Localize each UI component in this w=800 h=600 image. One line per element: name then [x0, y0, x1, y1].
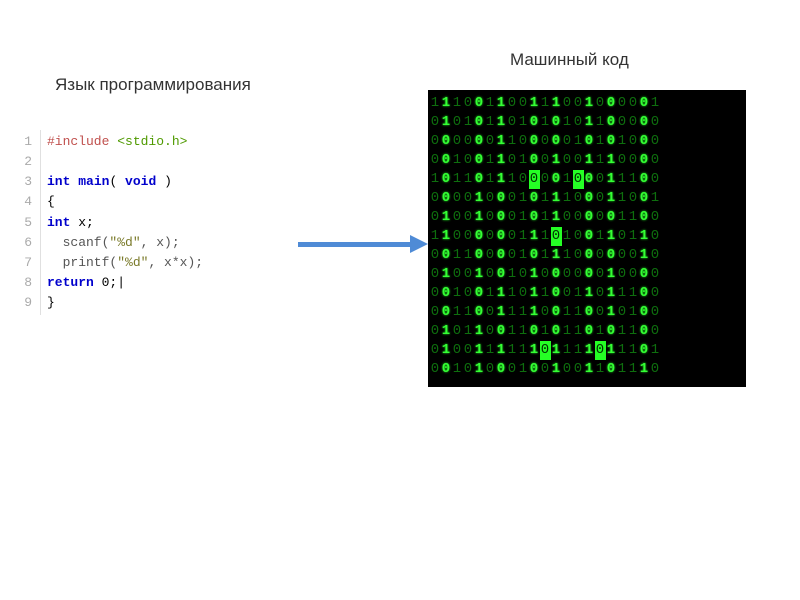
- binary-row: 111001100111001000001: [430, 94, 744, 113]
- binary-row: 001010001001001101110: [430, 360, 744, 379]
- binary-row: 010010001011000001100: [430, 208, 744, 227]
- binary-row: 001100001011100000010: [430, 246, 744, 265]
- binary-row: 010101101010101100000: [430, 113, 744, 132]
- binary-row: 010110011010110101100: [430, 322, 744, 341]
- line-number: 5: [20, 213, 32, 233]
- label-machine-code: Машинный код: [510, 50, 629, 70]
- code-line: return 0;|: [47, 273, 203, 293]
- code-gutter: 123456789: [12, 130, 41, 315]
- line-number: 8: [20, 273, 32, 293]
- line-number: 6: [20, 233, 32, 253]
- code-line: printf("%d", x*x);: [47, 253, 203, 273]
- binary-row: 010010010100000010000: [430, 265, 744, 284]
- arrow-head-icon: [410, 235, 428, 253]
- line-number: 7: [20, 253, 32, 273]
- code-line: scanf("%d", x);: [47, 233, 203, 253]
- code-line: int x;: [47, 213, 203, 233]
- machine-code-panel: 1110011001110010000010101011010101011000…: [428, 90, 746, 387]
- binary-row: 010011111101111011101: [430, 341, 744, 360]
- binary-row: 101101110000100011100: [430, 170, 744, 189]
- line-number: 4: [20, 192, 32, 212]
- arrow-shaft: [298, 242, 410, 247]
- code-line: [47, 152, 203, 172]
- line-number: 3: [20, 172, 32, 192]
- binary-row: 001001110110011011100: [430, 284, 744, 303]
- line-number: 2: [20, 152, 32, 172]
- source-code-block: 123456789 #include <stdio.h> int main( v…: [12, 130, 215, 315]
- binary-row: 001100111100110010100: [430, 303, 744, 322]
- line-number: 1: [20, 132, 32, 152]
- code-line: #include <stdio.h>: [47, 132, 203, 152]
- code-line: {: [47, 192, 203, 212]
- binary-row: 000000110000010101000: [430, 132, 744, 151]
- code-lines: #include <stdio.h> int main( void ){int …: [41, 130, 215, 315]
- label-programming-language: Язык программирования: [55, 75, 251, 95]
- binary-row: 001001101001001110000: [430, 151, 744, 170]
- binary-row: 000010001011100011001: [430, 189, 744, 208]
- line-number: 9: [20, 293, 32, 313]
- binary-row: 110000001110100110110: [430, 227, 744, 246]
- code-line: int main( void ): [47, 172, 203, 192]
- code-line: }: [47, 293, 203, 313]
- arrow-right: [298, 235, 428, 253]
